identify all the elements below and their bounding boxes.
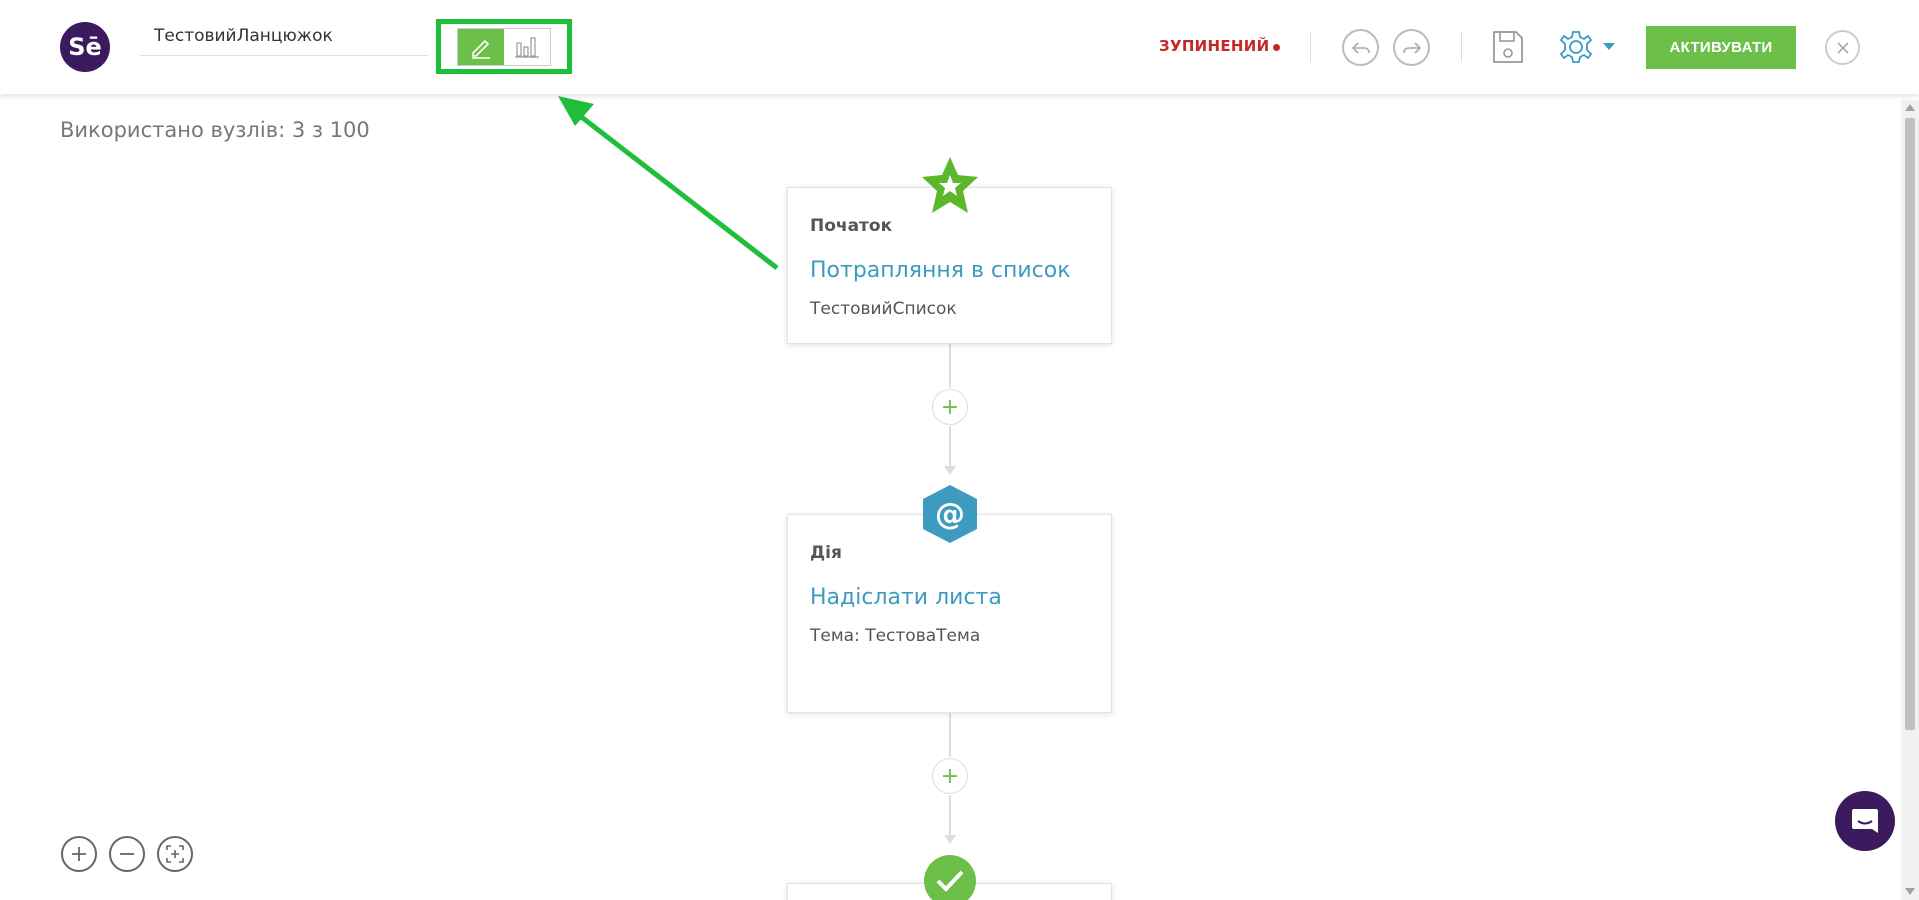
connector-line: [949, 344, 951, 388]
edit-mode-button[interactable]: [458, 29, 504, 65]
connector-line: [949, 426, 951, 466]
chain-name-value: ТестовийЛанцюжок: [154, 26, 333, 46]
chain-status: ЗУПИНЕНИЙ: [1159, 37, 1270, 55]
redo-button[interactable]: [1393, 29, 1430, 66]
divider: [1461, 32, 1462, 62]
top-bar: Sē ТестовийЛанцюжок ЗУПИНЕНИЙ АКТИВУВАТИ: [0, 0, 1919, 94]
undo-icon: [1351, 41, 1370, 54]
node-type: Початок: [810, 216, 893, 236]
chat-icon: [1852, 809, 1878, 833]
connector-line: [949, 795, 951, 835]
chat-support-button[interactable]: [1835, 791, 1895, 851]
bar-chart-icon: [515, 37, 539, 58]
scroll-down-arrow[interactable]: [1905, 888, 1915, 895]
scrollbar-thumb[interactable]: [1905, 118, 1915, 730]
add-node-button[interactable]: +: [932, 758, 968, 794]
node-type: Дія: [810, 543, 842, 563]
activate-button[interactable]: АКТИВУВАТИ: [1646, 26, 1796, 69]
chain-name-input[interactable]: ТестовийЛанцюжок: [140, 22, 428, 56]
fit-screen-icon: [166, 845, 184, 863]
fit-to-screen-button[interactable]: [157, 836, 193, 872]
mode-toggle: [457, 28, 551, 66]
node-description: Тема: ТестоваТема: [810, 626, 981, 646]
zoom-in-button[interactable]: [61, 836, 97, 872]
app-logo[interactable]: Sē: [60, 22, 110, 72]
redo-icon: [1402, 41, 1421, 54]
minus-icon: [120, 853, 134, 855]
status-dot: [1273, 44, 1280, 51]
gear-icon: [1559, 31, 1593, 63]
svg-text:@: @: [935, 497, 965, 532]
plus-icon: [72, 847, 86, 861]
save-icon: [1493, 31, 1523, 63]
scroll-up-arrow[interactable]: [1905, 104, 1915, 111]
add-node-button[interactable]: +: [932, 389, 968, 425]
stats-mode-button[interactable]: [504, 29, 550, 65]
node-title: Потрапляння в список: [810, 258, 1071, 283]
pencil-icon: [472, 39, 490, 59]
undo-button[interactable]: [1342, 29, 1379, 66]
connector-arrow: [944, 835, 956, 844]
caret-down-icon: [1603, 43, 1615, 50]
nodes-used-counter: Використано вузлів: 3 з 100: [60, 118, 370, 142]
connector-line: [949, 713, 951, 757]
divider: [1310, 32, 1311, 62]
close-icon: [1836, 41, 1849, 54]
zoom-out-button[interactable]: [109, 836, 145, 872]
node-title: Надіслати листа: [810, 585, 1002, 610]
check-icon: [924, 855, 976, 900]
at-sign-icon: @: [921, 484, 979, 544]
close-button[interactable]: [1825, 30, 1860, 65]
node-description: ТестовийСписок: [810, 299, 957, 319]
logo-text: Sē: [68, 33, 102, 61]
star-icon: [918, 155, 982, 217]
connector-arrow: [944, 466, 956, 475]
save-button[interactable]: [1490, 28, 1526, 66]
settings-dropdown[interactable]: [1555, 28, 1619, 66]
